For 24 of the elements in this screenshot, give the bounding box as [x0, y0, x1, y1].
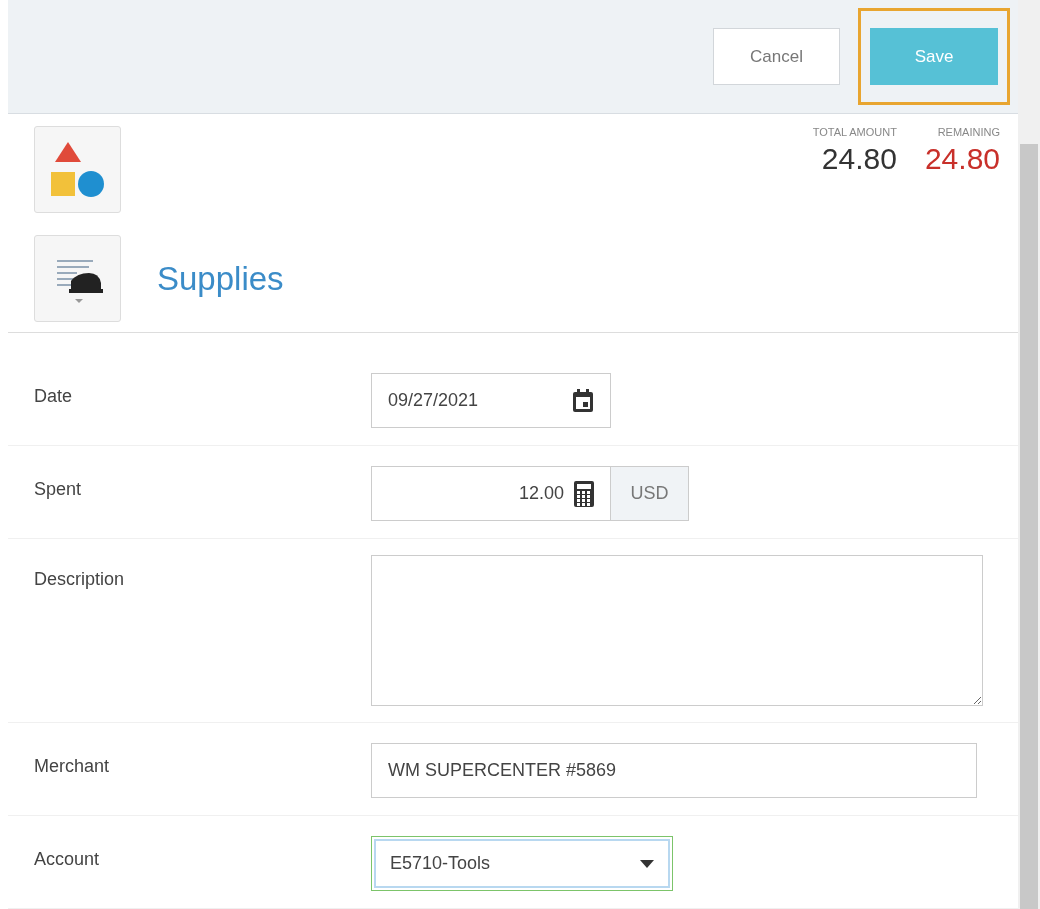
category-title: Supplies [157, 259, 284, 298]
amount-field[interactable]: 12.00 [371, 466, 611, 521]
description-field[interactable] [371, 555, 983, 706]
calculator-icon[interactable] [574, 480, 594, 507]
date-field[interactable]: 09/27/2021 [371, 373, 611, 428]
cancel-button[interactable]: Cancel [713, 28, 840, 85]
field-label: Date [33, 385, 74, 408]
field-label: Account [33, 848, 101, 871]
account-dropdown[interactable]: E5710-Tools [371, 836, 673, 891]
total-value: 24.80 [821, 142, 897, 176]
total-label: TOTAL AMOUNT [812, 126, 897, 138]
caret-icon [640, 859, 654, 868]
calendar-icon[interactable] [572, 388, 594, 413]
field-label: Description [33, 568, 126, 591]
scrollbar[interactable] [1018, 0, 1040, 909]
currency-label: USD [611, 466, 689, 521]
field-label: Spent [33, 478, 83, 501]
shapes-icon [50, 141, 105, 198]
merchant-field[interactable]: WM SUPERCENTER #5869 [371, 743, 977, 798]
category-tile[interactable] [34, 235, 121, 322]
field-label: Merchant [33, 755, 111, 778]
total-label: REMAINING [937, 126, 1000, 138]
shapes-tile[interactable] [34, 126, 121, 213]
total-value: 24.80 [924, 142, 1000, 176]
